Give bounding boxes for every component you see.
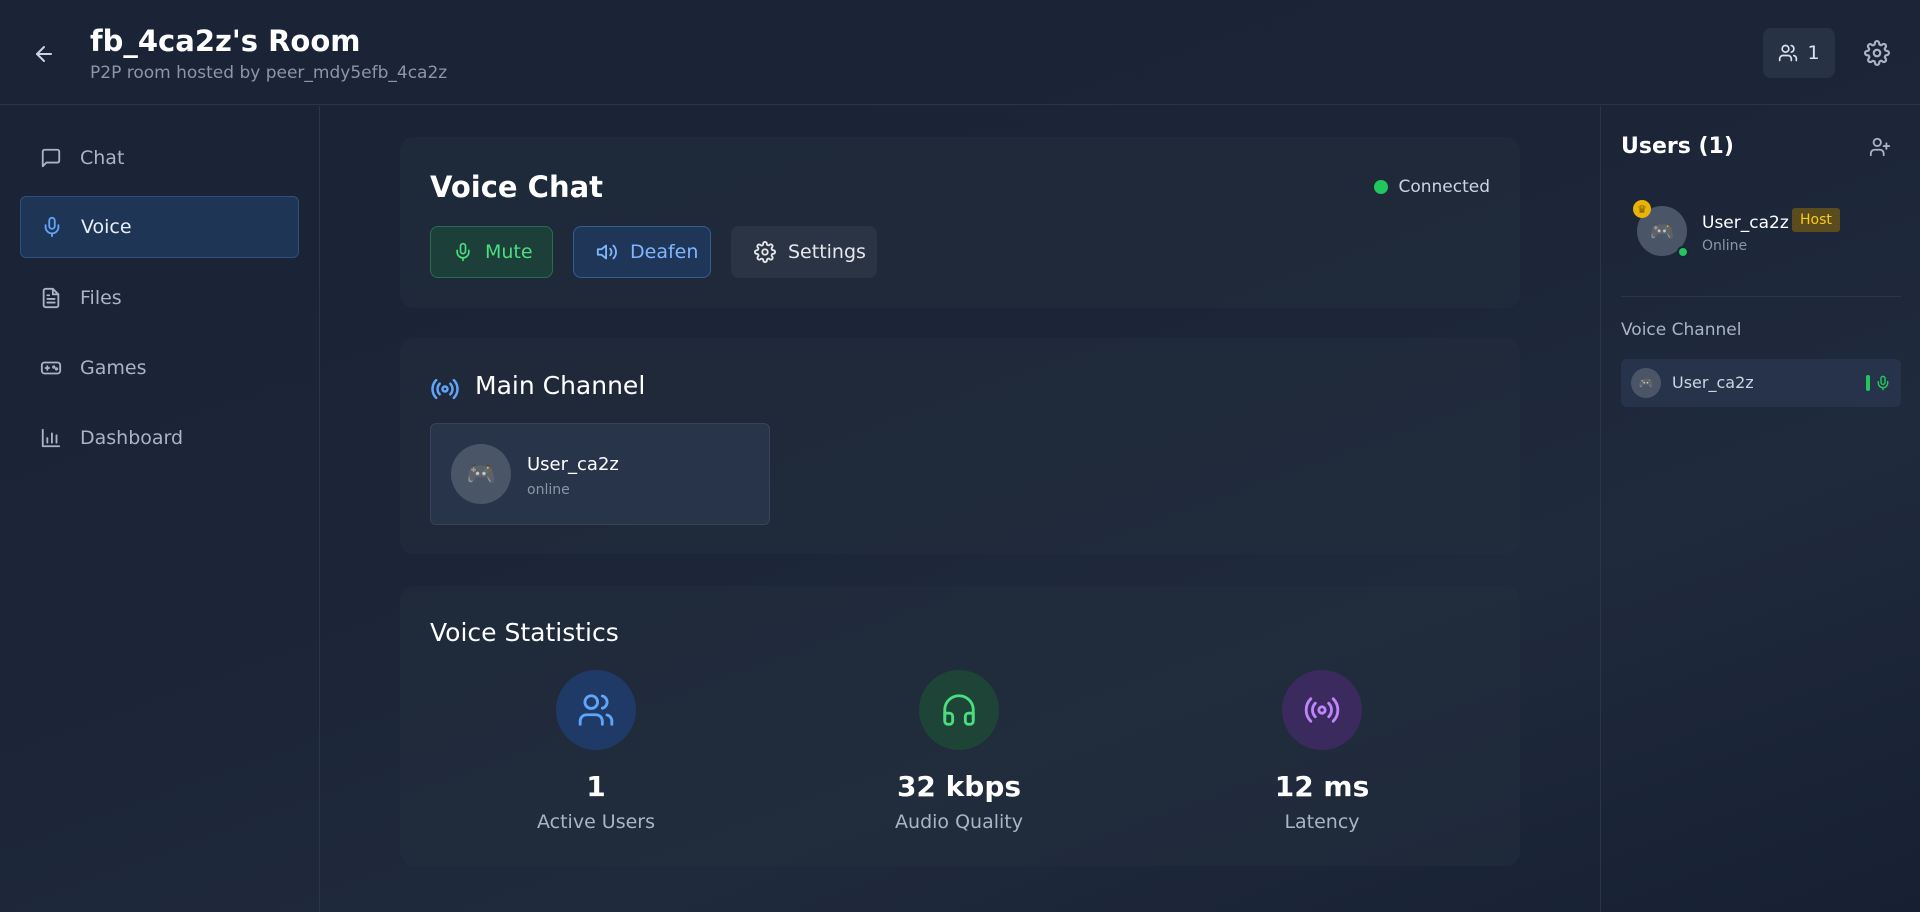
stat-label: Latency [1284,811,1360,833]
mute-button[interactable]: Mute [430,226,553,278]
avatar: 🎮 [1631,368,1661,398]
sidebar-item-label: Chat [80,147,125,169]
gamepad-icon [40,357,62,379]
crown-icon: ♛ [1633,200,1651,218]
stat-label: Audio Quality [895,811,1023,833]
file-text-icon [40,287,62,309]
users-panel-title: Users (1) [1621,134,1734,159]
divider [1621,296,1901,297]
user-plus-icon[interactable] [1869,136,1891,158]
sidebar-item-label: Dashboard [80,427,184,449]
gear-icon [754,241,776,263]
voice-chat-title: Voice Chat [430,170,604,204]
stat-audio-quality: 32 kbps Audio Quality [849,670,1069,833]
radio-icon [430,374,460,404]
sidebar-item-files[interactable]: Files [20,267,299,329]
users-icon [556,670,636,750]
voice-channel-user[interactable]: 🎮 User_ca2z [1621,359,1901,407]
host-badge: Host [1792,208,1840,232]
stat-label: Active Users [536,811,656,833]
sidebar: Chat Voice Files Games Dashboard [0,106,320,912]
voice-settings-label: Settings [788,241,866,263]
users-count-label: 1 [1807,42,1820,64]
sidebar-item-games[interactable]: Games [20,337,299,399]
user-status: Online [1702,238,1748,254]
deafen-button-label: Deafen [630,241,699,263]
stat-value: 1 [586,770,606,803]
radio-icon [1282,670,1362,750]
sidebar-item-label: Files [80,287,122,309]
voice-statistics-card: Voice Statistics 1 Active Users 32 kbps … [400,586,1520,866]
connection-status-label: Connected [1398,177,1490,197]
stat-latency: 12 ms Latency [1212,670,1432,833]
bar-chart-icon [40,427,62,449]
user-list-item[interactable]: 🎮 ♛ User_ca2z Host Online [1621,196,1901,266]
gear-icon[interactable] [1864,40,1890,66]
users-icon [1778,43,1798,63]
user-name: User_ca2z [1702,213,1789,233]
stats-title: Voice Statistics [430,618,619,647]
mute-button-label: Mute [485,241,533,263]
microphone-icon [41,216,63,238]
headphones-icon [919,670,999,750]
users-panel: Users (1) 🎮 ♛ User_ca2z Host Online Voic… [1600,106,1920,912]
room-header: fb_4ca2z's Room P2P room hosted by peer_… [0,0,1920,105]
connection-status: Connected [1374,177,1490,197]
member-name: User_ca2z [527,454,619,475]
voice-channel-user-name: User_ca2z [1672,373,1754,392]
message-square-icon [40,147,62,169]
member-status: online [527,482,570,498]
room-subtitle: P2P room hosted by peer_mdy5efb_4ca2z [90,63,448,83]
back-arrow-icon[interactable] [32,42,56,66]
online-indicator-icon [1677,246,1689,258]
sidebar-item-label: Games [80,357,147,379]
sidebar-item-chat[interactable]: Chat [20,127,299,189]
users-count-button[interactable]: 1 [1763,28,1835,78]
main-channel-card: Main Channel 🎮 User_ca2z online [400,338,1520,554]
voice-chat-card: Voice Chat Connected Mute Deafen Setting… [400,137,1520,308]
sidebar-item-label: Voice [81,216,132,238]
avatar: 🎮 [451,444,511,504]
sidebar-item-dashboard[interactable]: Dashboard [20,407,299,469]
microphone-icon [453,242,473,262]
deafen-button[interactable]: Deafen [573,226,711,278]
stat-active-users: 1 Active Users [486,670,706,833]
voice-activity-bar [1866,375,1870,391]
microphone-icon [1875,374,1891,392]
channel-title: Main Channel [475,371,646,400]
voice-channel-label: Voice Channel [1621,320,1742,340]
speaker-icon [596,241,618,263]
stat-value: 32 kbps [896,770,1022,803]
stat-value: 12 ms [1274,770,1370,803]
voice-settings-button[interactable]: Settings [731,226,877,278]
sidebar-item-voice[interactable]: Voice [20,196,299,258]
status-dot-icon [1374,180,1389,194]
channel-member-card[interactable]: 🎮 User_ca2z online [430,423,770,525]
room-title: fb_4ca2z's Room [90,24,361,58]
